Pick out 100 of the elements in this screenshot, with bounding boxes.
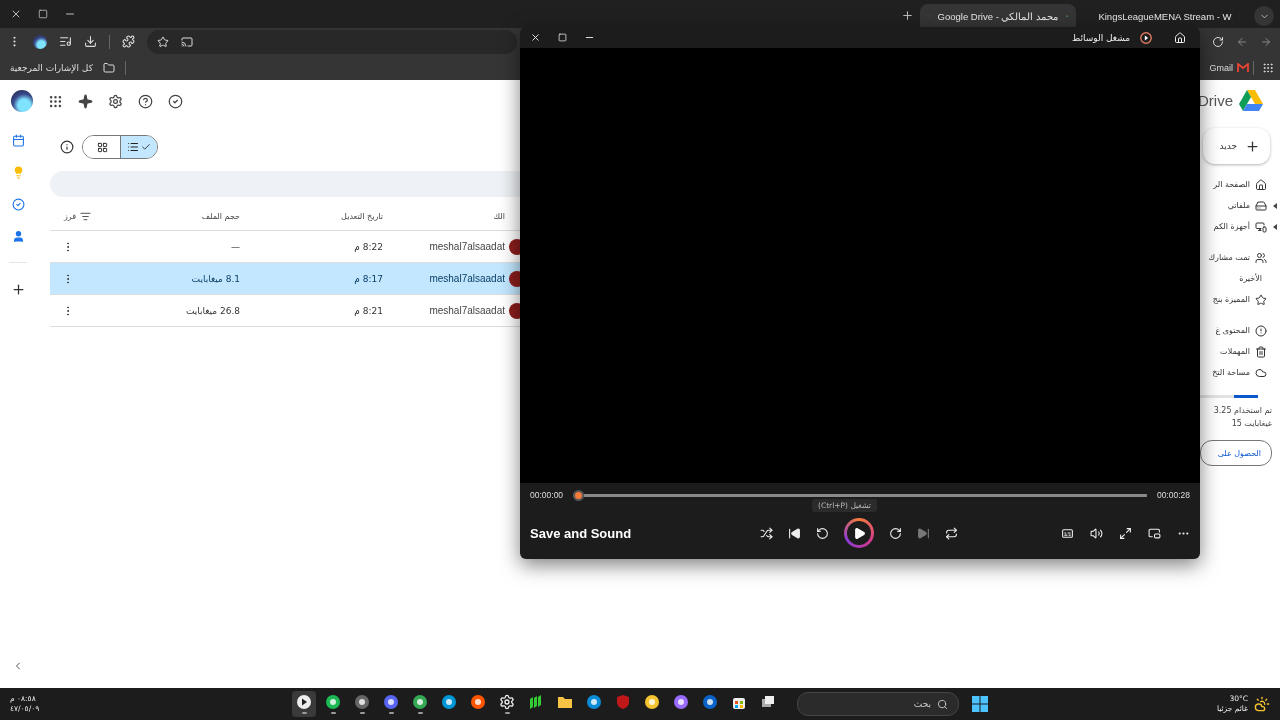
nav-item[interactable]: مساحة التخ xyxy=(1212,368,1250,377)
close-icon[interactable] xyxy=(10,8,22,20)
modified-time: 8:21 م xyxy=(353,305,383,316)
weather-icon[interactable] xyxy=(1254,696,1270,712)
repeat-icon[interactable] xyxy=(945,526,958,540)
app-circle-icon[interactable] xyxy=(644,694,660,710)
play-circle-icon[interactable] xyxy=(296,694,312,710)
app-circle-icon[interactable] xyxy=(470,694,486,710)
nav-item[interactable]: المميزة بنج xyxy=(1212,295,1250,304)
captions-icon[interactable] xyxy=(1061,526,1074,540)
app-circle-icon[interactable] xyxy=(702,694,718,710)
triangle-logo-icon xyxy=(1239,90,1263,112)
profile-avatar[interactable] xyxy=(33,34,47,49)
previous-icon[interactable] xyxy=(788,526,801,540)
account-avatar[interactable] xyxy=(11,90,33,112)
play-button[interactable] xyxy=(844,518,874,548)
nav-item[interactable]: المحتوى غ xyxy=(1215,326,1250,335)
cast-icon[interactable] xyxy=(181,35,193,48)
download-icon[interactable] xyxy=(84,35,97,48)
nav-item[interactable]: تمت مشارك xyxy=(1208,253,1250,262)
settings-icon[interactable] xyxy=(108,93,123,109)
new-button[interactable]: جديد xyxy=(1203,128,1270,164)
cloud-icon[interactable] xyxy=(1255,366,1267,379)
grid-icon xyxy=(96,141,108,153)
start-icon[interactable] xyxy=(972,696,988,712)
tab-list-button[interactable] xyxy=(1254,6,1274,26)
seek-thumb[interactable] xyxy=(573,489,585,501)
app-circle-icon[interactable] xyxy=(586,694,602,710)
alert-icon[interactable] xyxy=(1255,324,1267,337)
folder-icon[interactable] xyxy=(557,694,573,710)
mail-icon xyxy=(1237,62,1249,73)
column-header[interactable]: الك xyxy=(383,211,505,221)
mini-player-icon[interactable] xyxy=(1148,526,1161,540)
bookmarks-link[interactable]: كل الإشارات المرجعية xyxy=(10,62,93,73)
stacked-windows-icon[interactable] xyxy=(760,694,776,710)
shield-icon[interactable] xyxy=(615,694,631,710)
track-title: Save and Sound xyxy=(530,525,633,541)
new-tab-icon[interactable] xyxy=(901,9,914,22)
back-icon[interactable] xyxy=(1236,35,1248,48)
reload-icon[interactable] xyxy=(1212,35,1224,48)
volume-icon[interactable] xyxy=(1090,526,1103,540)
sparkle-icon[interactable] xyxy=(78,93,93,109)
home-icon[interactable] xyxy=(1255,178,1267,191)
shuffle-icon[interactable] xyxy=(760,526,773,540)
drive-icon[interactable] xyxy=(1255,199,1267,212)
nav-item[interactable]: الصفحة الر xyxy=(1213,180,1250,189)
sort-button[interactable]: فرز xyxy=(64,211,77,221)
nav-item[interactable]: الأخيرة xyxy=(1239,274,1262,283)
people-icon[interactable] xyxy=(1255,251,1267,264)
close-icon[interactable] xyxy=(530,32,541,43)
app-circle-icon[interactable] xyxy=(412,694,428,710)
file-size: 26.8 ميغابايت xyxy=(184,305,240,316)
browser-tab[interactable]: محمد المالكي - Google Drive xyxy=(920,4,1076,28)
check-circle-icon[interactable] xyxy=(168,93,183,109)
file-size: 8.1 ميغابايت xyxy=(190,273,240,284)
app-circle-icon[interactable] xyxy=(354,694,370,710)
owner-name: meshal7alsaadat xyxy=(428,241,505,252)
trash-icon[interactable] xyxy=(1255,345,1267,358)
column-header[interactable]: حجم الملف xyxy=(130,211,240,221)
extensions-icon[interactable] xyxy=(122,35,135,48)
window-title: مشغل الوسائط xyxy=(1071,32,1130,43)
sort-icon[interactable] xyxy=(80,210,92,222)
contacts-icon[interactable] xyxy=(11,230,25,243)
search-icon xyxy=(937,698,948,710)
gear-icon[interactable] xyxy=(499,694,515,710)
star-icon[interactable] xyxy=(1255,293,1267,306)
bookmark-link[interactable]: Gmail xyxy=(1209,62,1233,73)
expand-arrow-icon[interactable] xyxy=(1273,223,1277,230)
app-circle-icon[interactable] xyxy=(441,694,457,710)
search-field[interactable]: بحث xyxy=(797,692,959,716)
rewind-icon[interactable] xyxy=(816,526,829,540)
folder-icon xyxy=(102,61,115,74)
help-icon[interactable] xyxy=(138,93,153,109)
calendar-icon[interactable] xyxy=(11,134,25,147)
browser-tab[interactable]: KingsLeagueMENA Stream - W xyxy=(1082,4,1248,28)
app-circle-icon[interactable] xyxy=(325,694,341,710)
owner-name: meshal7alsaadat xyxy=(428,273,505,284)
list-view-button[interactable] xyxy=(120,136,157,158)
info-icon[interactable] xyxy=(60,140,74,154)
app-circle-icon[interactable] xyxy=(673,694,689,710)
bars-app-icon[interactable] xyxy=(528,694,544,710)
devices-icon[interactable] xyxy=(1255,220,1267,233)
nav-item[interactable]: أجهزة الكم xyxy=(1213,222,1250,231)
apps-icon[interactable] xyxy=(1262,61,1274,74)
nav-item[interactable]: ملفاتي xyxy=(1227,201,1250,210)
expand-arrow-icon[interactable] xyxy=(1273,202,1277,209)
fullscreen-icon[interactable] xyxy=(1119,526,1132,540)
modified-time: 8:17 م xyxy=(353,273,383,284)
elapsed-time: 00:00:00 xyxy=(530,490,564,500)
media-queue-icon[interactable] xyxy=(59,35,72,48)
maximize-icon[interactable] xyxy=(558,33,567,42)
forward-icon[interactable] xyxy=(889,526,902,540)
column-header[interactable]: تاريخ التعديل xyxy=(240,211,383,221)
add-icon[interactable] xyxy=(10,282,26,297)
list-icon xyxy=(127,141,139,153)
restore-icon[interactable] xyxy=(38,9,48,19)
nav-item[interactable]: المهملات xyxy=(1220,347,1250,356)
app-circle-icon[interactable] xyxy=(383,694,399,710)
apps-icon[interactable] xyxy=(48,93,63,109)
tasks-icon[interactable] xyxy=(11,198,25,211)
